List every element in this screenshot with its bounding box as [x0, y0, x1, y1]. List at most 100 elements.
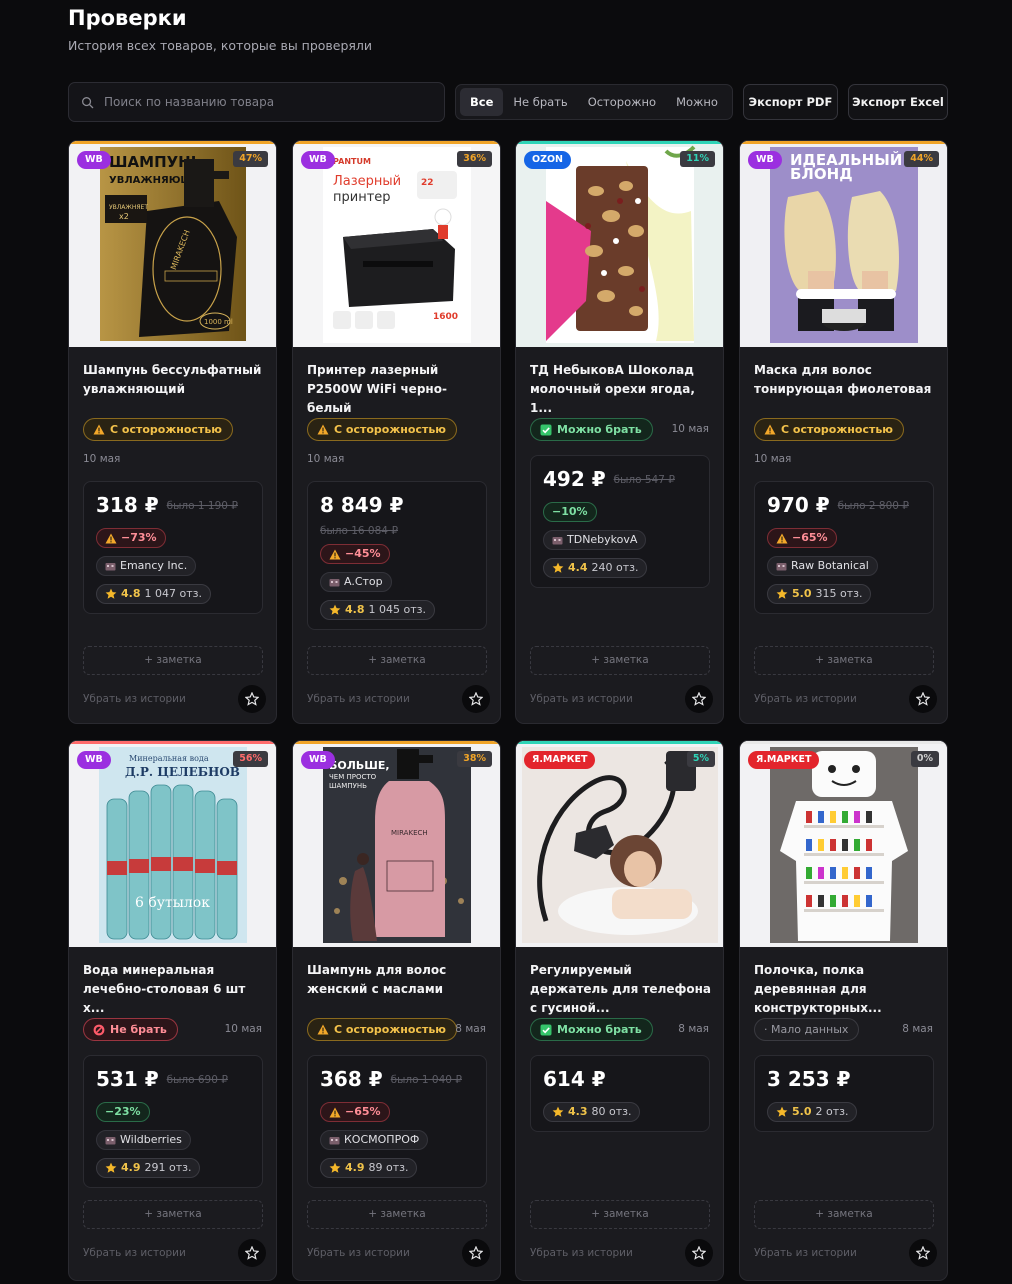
marketplace-badge: OZON	[524, 151, 571, 169]
store-icon	[776, 563, 787, 571]
export-excel-button[interactable]: Экспорт Excel	[848, 84, 948, 120]
current-price: 8 849 ₽	[320, 493, 404, 517]
seller-chip[interactable]: A.Стор	[320, 572, 392, 592]
check-date: 8 мая	[678, 1023, 709, 1035]
risk-percent-badge: 47%	[233, 151, 268, 167]
price-box: 492 ₽ было 547 ₽ −10% TDNebykovA 4.4 240 отз.	[530, 455, 710, 588]
marketplace-badge: Я.МАРКЕТ	[748, 751, 820, 769]
remove-from-history-link[interactable]: Убрать из истории	[83, 1247, 186, 1259]
favorite-button[interactable]	[462, 685, 490, 713]
product-name[interactable]: Полочка, полка деревянная для конструкто…	[754, 961, 936, 1018]
favorite-button[interactable]	[462, 1239, 490, 1267]
product-card[interactable]: OZON 11% ТД НебыковА Шоколад молочный ор…	[515, 140, 724, 724]
seller-chip[interactable]: Emancy Inc.	[96, 556, 197, 576]
remove-from-history-link[interactable]: Убрать из истории	[83, 693, 186, 705]
price-box: 970 ₽ было 2 800 ₽ −65% Raw Botanical 5.0 315…	[754, 481, 934, 614]
check-date: 10 мая	[224, 1023, 262, 1035]
ban-icon	[93, 1024, 105, 1035]
product-card[interactable]: Минеральная вода Д.Р. ЦЕЛЕБНОВ 6 бутылок…	[68, 740, 277, 1281]
verdict-badge: С осторожностью	[307, 1018, 457, 1041]
verdict-badge: Можно брать	[530, 418, 653, 441]
add-note-button[interactable]: + заметка	[307, 1200, 487, 1229]
favorite-button[interactable]	[685, 1239, 713, 1267]
favorite-button[interactable]	[238, 685, 266, 713]
export-pdf-button[interactable]: Экспорт PDF	[743, 84, 838, 120]
verdict-badge: С осторожностью	[754, 418, 904, 441]
favorite-button[interactable]	[238, 1239, 266, 1267]
product-card[interactable]: ИДЕАЛЬНЫЙ БЛОНД WB 44% Маска для волос т…	[739, 140, 948, 724]
risk-percent-badge: 36%	[457, 151, 492, 167]
warning-icon	[329, 549, 341, 559]
seller-chip[interactable]: Raw Botanical	[767, 556, 878, 576]
filter-all[interactable]: Все	[460, 88, 504, 116]
rating-chip: 4.8 1 047 отз.	[96, 584, 211, 604]
remove-from-history-link[interactable]: Убрать из истории	[307, 1247, 410, 1259]
accent-line	[740, 741, 947, 744]
check-date: 8 мая	[455, 1023, 486, 1035]
remove-from-history-link[interactable]: Убрать из истории	[754, 1247, 857, 1259]
seller-chip[interactable]: КОСМОПРОФ	[320, 1130, 429, 1150]
price-box: 368 ₽ было 1 040 ₽ −65% КОСМОПРОФ 4.9 89 отз.	[307, 1055, 487, 1188]
remove-from-history-link[interactable]: Убрать из истории	[754, 693, 857, 705]
product-name[interactable]: Регулируемый держатель для телефона с гу…	[530, 961, 712, 1018]
filter-can-buy[interactable]: Можно	[666, 88, 728, 116]
add-note-button[interactable]: + заметка	[754, 1200, 934, 1229]
remove-from-history-link[interactable]: Убрать из истории	[530, 693, 633, 705]
check-icon	[540, 1024, 552, 1035]
add-note-button[interactable]: + заметка	[530, 646, 710, 675]
seller-chip[interactable]: TDNebykovA	[543, 530, 647, 550]
favorite-button[interactable]	[685, 685, 713, 713]
product-name[interactable]: Принтер лазерный P2500W WiFi черно-белый	[307, 361, 489, 418]
product-name[interactable]: Шампунь для волос женский с маслами	[307, 961, 489, 999]
search-box[interactable]	[68, 82, 445, 122]
product-image[interactable]: PANTUM Лазерный принтер 22 1600	[293, 141, 500, 347]
remove-from-history-link[interactable]: Убрать из истории	[307, 693, 410, 705]
filter-caution[interactable]: Осторожно	[578, 88, 666, 116]
price-box: 318 ₽ было 1 190 ₽ −73% Emancy Inc. 4.8 1 047…	[83, 481, 263, 614]
product-name[interactable]: Вода минеральная лечебно-столовая 6 шт х…	[83, 961, 265, 1018]
product-image[interactable]: ШАМПУНЬ УВЛАЖНЯЮЩИЙ MIRAKECH 1000 ml УВЛ…	[69, 141, 276, 347]
svg-text:1000 ml: 1000 ml	[204, 318, 233, 326]
check-date: 10 мая	[83, 453, 121, 465]
star-rating-icon	[105, 1162, 117, 1173]
favorite-button[interactable]	[909, 1239, 937, 1267]
svg-text:БОЛЬШЕ,: БОЛЬШЕ,	[329, 759, 390, 772]
product-card[interactable]: БОЛЬШЕ, ЧЕМ ПРОСТО ШАМПУНЬ MIRAKECH WB 3…	[292, 740, 501, 1281]
store-icon	[329, 579, 340, 587]
marketplace-badge: WB	[301, 151, 335, 169]
remove-from-history-link[interactable]: Убрать из истории	[530, 1247, 633, 1259]
seller-chip[interactable]: Wildberries	[96, 1130, 191, 1150]
product-card[interactable]: Я.МАРКЕТ 5% Регулируемый держатель для т…	[515, 740, 724, 1281]
favorite-star-icon	[245, 692, 259, 706]
star-rating-icon	[105, 588, 117, 599]
risk-percent-badge: 56%	[233, 751, 268, 767]
add-note-button[interactable]: + заметка	[83, 1200, 263, 1229]
product-image[interactable]	[516, 141, 723, 347]
product-image[interactable]	[740, 741, 947, 947]
old-price: было 1 040 ₽	[390, 1074, 462, 1086]
rating-chip: 4.4 240 отз.	[543, 558, 648, 578]
product-card[interactable]: PANTUM Лазерный принтер 22 1600 WB 36% П…	[292, 140, 501, 724]
product-image[interactable]	[516, 741, 723, 947]
product-name[interactable]: Шампунь бессульфатный увлажняющий	[83, 361, 265, 399]
product-image[interactable]: ИДЕАЛЬНЫЙ БЛОНД	[740, 141, 947, 347]
warning-icon	[317, 424, 329, 435]
search-input[interactable]	[104, 95, 444, 109]
add-note-button[interactable]: + заметка	[530, 1200, 710, 1229]
favorite-button[interactable]	[909, 685, 937, 713]
old-price: было 1 190 ₽	[166, 500, 238, 512]
product-card[interactable]: Я.МАРКЕТ 0% Полочка, полка деревянная дл…	[739, 740, 948, 1281]
add-note-button[interactable]: + заметка	[754, 646, 934, 675]
discount-badge: −45%	[320, 544, 390, 564]
product-name[interactable]: ТД НебыковА Шоколад молочный орехи ягода…	[530, 361, 712, 418]
current-price: 970 ₽ было 2 800 ₽	[767, 493, 909, 517]
product-image[interactable]: БОЛЬШЕ, ЧЕМ ПРОСТО ШАМПУНЬ MIRAKECH	[293, 741, 500, 947]
product-card[interactable]: ШАМПУНЬ УВЛАЖНЯЮЩИЙ MIRAKECH 1000 ml УВЛ…	[68, 140, 277, 724]
favorite-star-icon	[245, 1246, 259, 1260]
add-note-button[interactable]: + заметка	[307, 646, 487, 675]
product-name[interactable]: Маска для волос тонирующая фиолетовая	[754, 361, 936, 399]
old-price: было 16 084 ₽	[320, 525, 398, 537]
add-note-button[interactable]: + заметка	[83, 646, 263, 675]
product-image[interactable]: Минеральная вода Д.Р. ЦЕЛЕБНОВ 6 бутылок	[69, 741, 276, 947]
filter-dont-buy[interactable]: Не брать	[503, 88, 577, 116]
